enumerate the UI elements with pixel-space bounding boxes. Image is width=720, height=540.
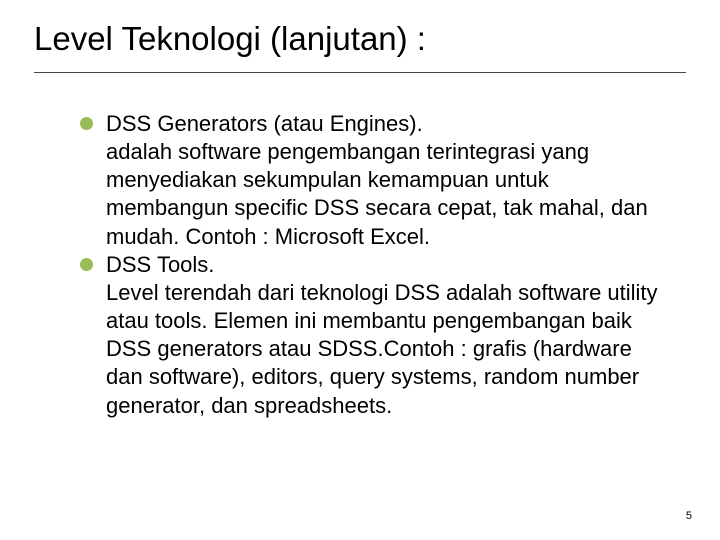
- bullet-dot-icon: [80, 117, 93, 130]
- list-item: DSS Tools. Level terendah dari teknologi…: [80, 251, 660, 420]
- slide-title: Level Teknologi (lanjutan) :: [34, 20, 686, 58]
- page-number: 5: [686, 510, 692, 522]
- bullet-description: Level terendah dari teknologi DSS adalah…: [106, 279, 660, 420]
- slide: { "title": "Level Teknologi (lanjutan) :…: [0, 0, 720, 540]
- bullet-heading: DSS Tools.: [106, 251, 660, 279]
- bullet-heading: DSS Generators (atau Engines).: [106, 110, 660, 138]
- title-underline: [34, 72, 686, 73]
- bullet-list: DSS Generators (atau Engines). adalah so…: [80, 110, 660, 420]
- list-item: DSS Generators (atau Engines). adalah so…: [80, 110, 660, 251]
- bullet-dot-icon: [80, 258, 93, 271]
- slide-body: DSS Generators (atau Engines). adalah so…: [80, 110, 660, 420]
- bullet-description: adalah software pengembangan terintegras…: [106, 138, 660, 251]
